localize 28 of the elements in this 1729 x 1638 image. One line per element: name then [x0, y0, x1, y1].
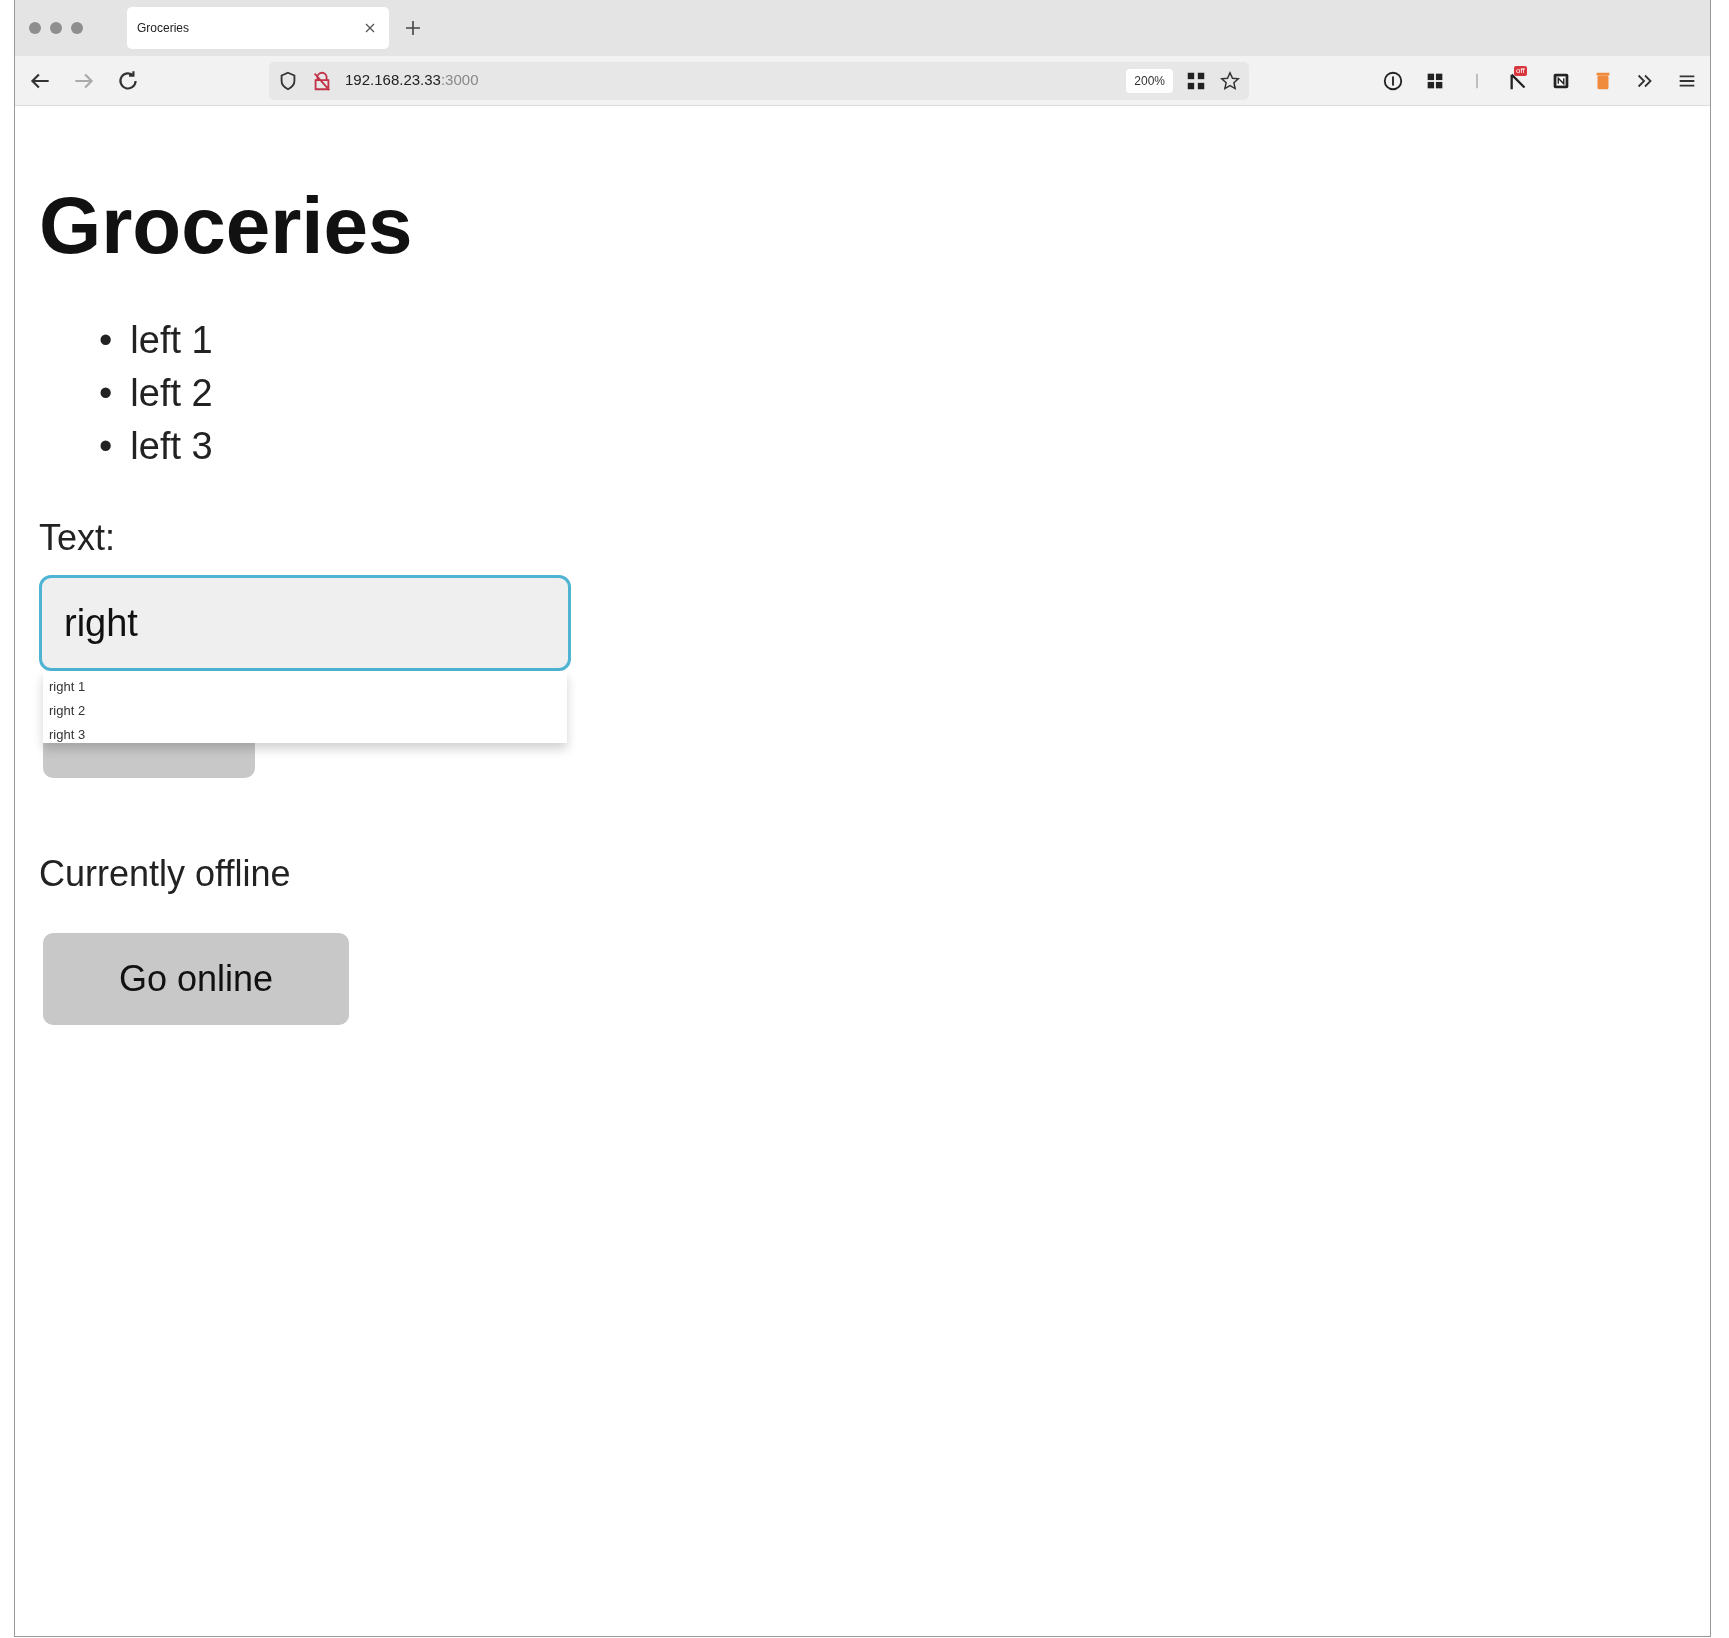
bullet: • [99, 370, 113, 416]
page-heading: Groceries [39, 182, 414, 270]
lock-icon[interactable] [311, 69, 333, 92]
field-label: Text: [39, 516, 117, 560]
go-online-button[interactable]: Go online [43, 933, 349, 1025]
suggestion-item[interactable]: right 1 [43, 675, 567, 699]
bullet: • [99, 423, 113, 469]
text-field[interactable]: right [39, 575, 571, 671]
window-control[interactable] [71, 22, 83, 34]
suggestion-item[interactable]: right 2 [43, 699, 567, 723]
list-item: left 3 [130, 423, 213, 469]
star-icon[interactable] [1219, 69, 1241, 92]
suggestion-item[interactable]: right 3 [43, 723, 567, 747]
info-icon[interactable] [1382, 69, 1404, 92]
list-item: left 2 [130, 370, 213, 416]
list-item: left 1 [130, 317, 213, 363]
tab-title: Groceries [137, 20, 189, 37]
new-tab-icon[interactable] [405, 20, 421, 36]
status-badge: off [1514, 65, 1527, 76]
close-icon[interactable] [365, 23, 375, 33]
window-control[interactable] [50, 22, 62, 34]
url-text: 192.168.23.33:3000 [345, 70, 479, 91]
browser-tab[interactable]: Groceries [127, 7, 389, 49]
window-control[interactable] [29, 22, 41, 34]
zoom-level[interactable]: 200% [1126, 68, 1173, 93]
status-text: Currently offline [39, 852, 292, 896]
address-bar[interactable]: 192.168.23.33:3000 200% [269, 61, 1249, 100]
bullet: • [99, 317, 113, 363]
